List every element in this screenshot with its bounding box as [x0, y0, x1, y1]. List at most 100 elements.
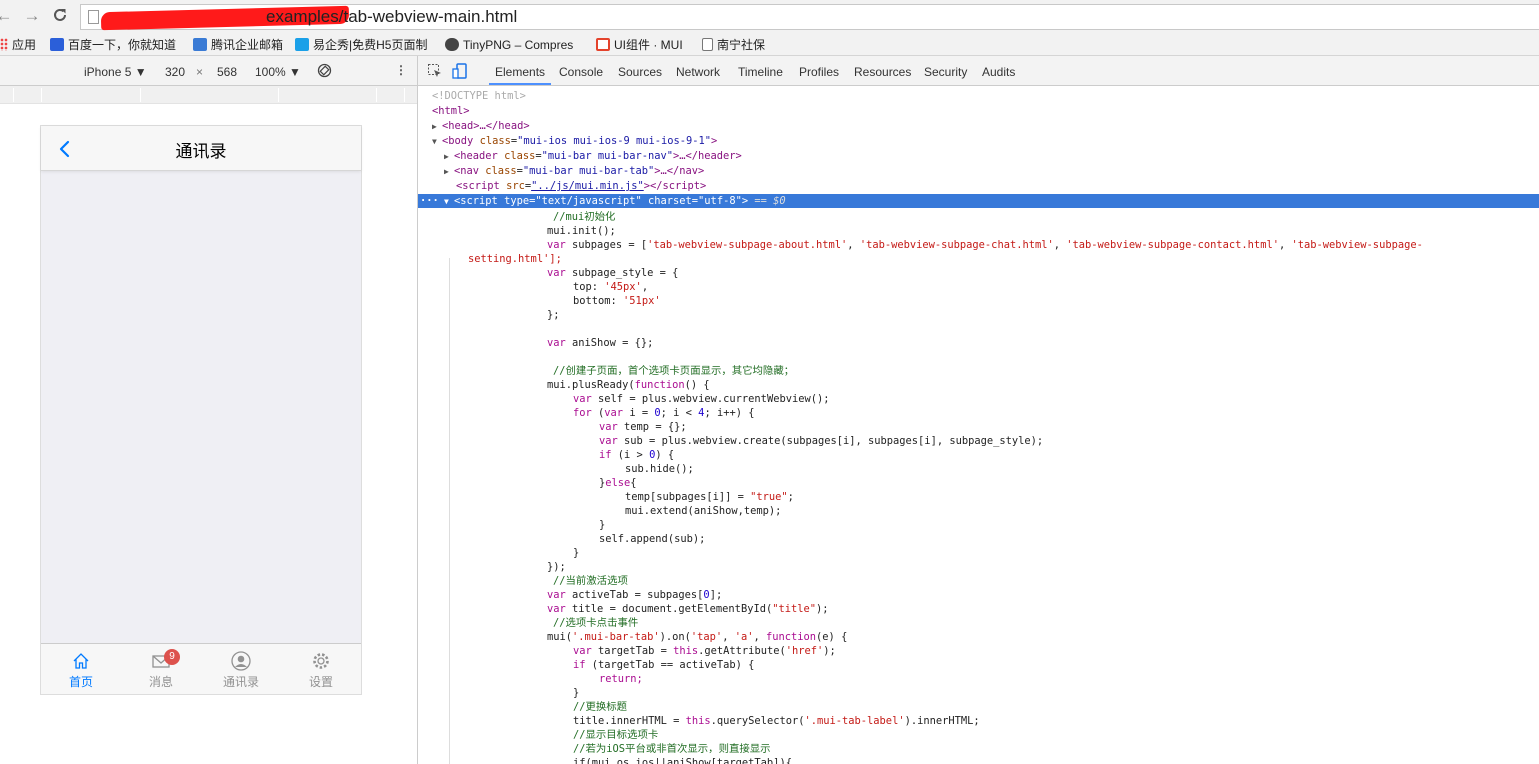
code-line: var subpages = ['tab-webview-subpage-abo… — [547, 239, 1423, 251]
bookmark-baidu[interactable]: 百度一下，你就知道 — [50, 37, 176, 53]
bookmark-tinypng[interactable]: TinyPNG – Compres — [445, 37, 573, 53]
url-text: examples/tab-webview-main.html — [266, 7, 518, 26]
device-mode-icon[interactable] — [452, 63, 468, 79]
bookmark-apps[interactable]: 应用 — [0, 37, 36, 53]
tab-label: 首页 — [68, 675, 93, 689]
code-line: mui.extend(aniShow,temp); — [625, 505, 782, 517]
active-tab-indicator — [489, 83, 551, 85]
tab-home[interactable]: 首页 — [41, 644, 121, 695]
tab-profiles[interactable]: Profiles — [799, 65, 839, 79]
code-line: if (i > 0) { — [599, 449, 675, 461]
code-line: var sub = plus.webview.create(subpages[i… — [599, 435, 1044, 447]
bookmark-eqxiu[interactable]: 易企秀|免费H5页面制 — [295, 37, 427, 53]
device-width[interactable]: 320 — [165, 65, 185, 79]
mui-icon — [596, 38, 610, 51]
code-line: //当前激活选项 — [553, 575, 628, 587]
bookmark-mui[interactable]: UI组件 · MUI — [596, 37, 683, 53]
code-line: var activeTab = subpages[0]; — [547, 589, 723, 601]
unread-badge: 9 — [164, 649, 180, 665]
page-title: 通讯录 — [175, 142, 227, 161]
address-bar[interactable]: examples/tab-webview-main.html — [80, 4, 1539, 31]
bookmark-label: 百度一下，你就知道 — [68, 38, 177, 52]
browser-toolbar: ← → examples/tab-webview-main.html — [0, 0, 1539, 34]
home-icon — [73, 653, 89, 669]
code-line: //mui初始化 — [553, 211, 616, 223]
mail-icon — [193, 38, 207, 51]
bookmark-label: 应用 — [12, 38, 37, 52]
tab-network[interactable]: Network — [676, 65, 720, 79]
bookmarks-bar: 应用 百度一下，你就知道 腾讯企业邮箱 易企秀|免费H5页面制 TinyPNG … — [0, 34, 1539, 56]
media-query-ruler — [0, 86, 417, 104]
code-line: var subpage_style = { — [547, 267, 679, 279]
elements-tree: <!DOCTYPE html> <html> ▶ <head>…</head> ▼… — [418, 86, 1539, 764]
baidu-icon — [50, 38, 64, 51]
rotate-icon[interactable] — [317, 63, 332, 81]
tab-console[interactable]: Console — [559, 65, 603, 79]
xiu-icon — [295, 38, 309, 51]
code-line: for (var i = 0; i < 4; i++) { — [573, 407, 755, 419]
code-line: if (targetTab == activeTab) { — [573, 659, 755, 671]
back-arrow-icon[interactable]: ← — [0, 6, 14, 26]
code-line: //创建子页面，首个选项卡页面显示，其它均隐藏； — [553, 365, 795, 377]
code-line: var self = plus.webview.currentWebview()… — [573, 393, 830, 405]
zoom-select[interactable]: 100% ▼ — [255, 65, 301, 79]
phone-tab-bar: 首页 9 消息 通讯录 设置 — [41, 643, 361, 694]
script-source: //mui初始化 mui.init(); var subpages = ['ta… — [418, 86, 1539, 764]
code-line: //更换标题 — [573, 701, 628, 713]
code-line: setting.html']; — [468, 253, 562, 265]
code-line: //若为iOS平台或非首次显示，则直接显示 — [573, 743, 771, 755]
tab-timeline[interactable]: Timeline — [738, 65, 783, 79]
code-line: } — [573, 687, 580, 699]
code-line: } — [573, 547, 580, 559]
apps-icon — [0, 38, 8, 51]
tab-security[interactable]: Security — [924, 65, 967, 79]
dimension-times: × — [196, 65, 204, 79]
phone-nav-bar: 通讯录 — [41, 126, 361, 171]
code-line: }else{ — [599, 477, 637, 489]
more-options-icon[interactable]: ⋮ — [395, 63, 407, 77]
devtools-panel: Elements Console Sources Network Timelin… — [417, 56, 1539, 764]
bookmark-label: 易企秀|免费H5页面制 — [313, 38, 428, 52]
code-line: self.append(sub); — [599, 533, 706, 545]
code-line: if(mui.os.ios||aniShow[targetTab]){ — [573, 757, 792, 764]
devtools-tab-bar: Elements Console Sources Network Timelin… — [418, 56, 1539, 86]
forward-arrow-icon[interactable]: → — [22, 6, 42, 26]
code-line: } — [599, 519, 606, 531]
page-icon — [702, 38, 713, 51]
code-line: title.innerHTML = this.querySelector('.m… — [573, 715, 980, 727]
bookmark-label: 南宁社保 — [717, 38, 766, 52]
tab-elements[interactable]: Elements — [495, 65, 545, 79]
tab-settings[interactable]: 设置 — [281, 644, 361, 695]
device-height[interactable]: 568 — [217, 65, 237, 79]
code-line: return; — [599, 673, 643, 685]
reload-icon[interactable] — [50, 6, 70, 26]
tab-label: 通讯录 — [222, 675, 259, 689]
code-line: var temp = {}; — [599, 421, 687, 433]
bookmark-tencent-mail[interactable]: 腾讯企业邮箱 — [193, 37, 283, 53]
code-line: var aniShow = {}; — [547, 337, 654, 349]
device-toolbar: iPhone 5 ▼ 320 × 568 100% ▼ ⋮ — [0, 56, 417, 86]
tab-messages[interactable]: 9 消息 — [121, 644, 201, 695]
device-select[interactable]: iPhone 5 ▼ — [84, 65, 147, 79]
tab-resources[interactable]: Resources — [854, 65, 911, 79]
tab-sources[interactable]: Sources — [618, 65, 662, 79]
contact-icon — [231, 651, 251, 671]
bookmark-label: TinyPNG – Compres — [463, 38, 574, 52]
bookmark-label: UI组件 · MUI — [614, 38, 683, 52]
bookmark-label: 腾讯企业邮箱 — [211, 38, 284, 52]
inspect-element-icon[interactable] — [427, 63, 443, 79]
page-icon — [88, 10, 99, 24]
tab-label: 消息 — [148, 675, 173, 689]
code-line: var title = document.getElementById("tit… — [547, 603, 829, 615]
code-line: }; — [547, 309, 560, 321]
tab-audits[interactable]: Audits — [982, 65, 1015, 79]
bookmark-nanning[interactable]: 南宁社保 — [702, 37, 765, 53]
tab-contacts[interactable]: 通讯录 — [201, 644, 281, 695]
code-line: mui.init(); — [547, 225, 616, 237]
code-line: //显示目标选项卡 — [573, 729, 659, 741]
code-line: }); — [547, 561, 566, 573]
code-line: mui.plusReady(function() { — [547, 379, 710, 391]
code-line: var targetTab = this.getAttribute('href'… — [573, 645, 836, 657]
code-line: mui('.mui-bar-tab').on('tap', 'a', funct… — [547, 631, 848, 643]
tab-label: 设置 — [308, 675, 333, 689]
